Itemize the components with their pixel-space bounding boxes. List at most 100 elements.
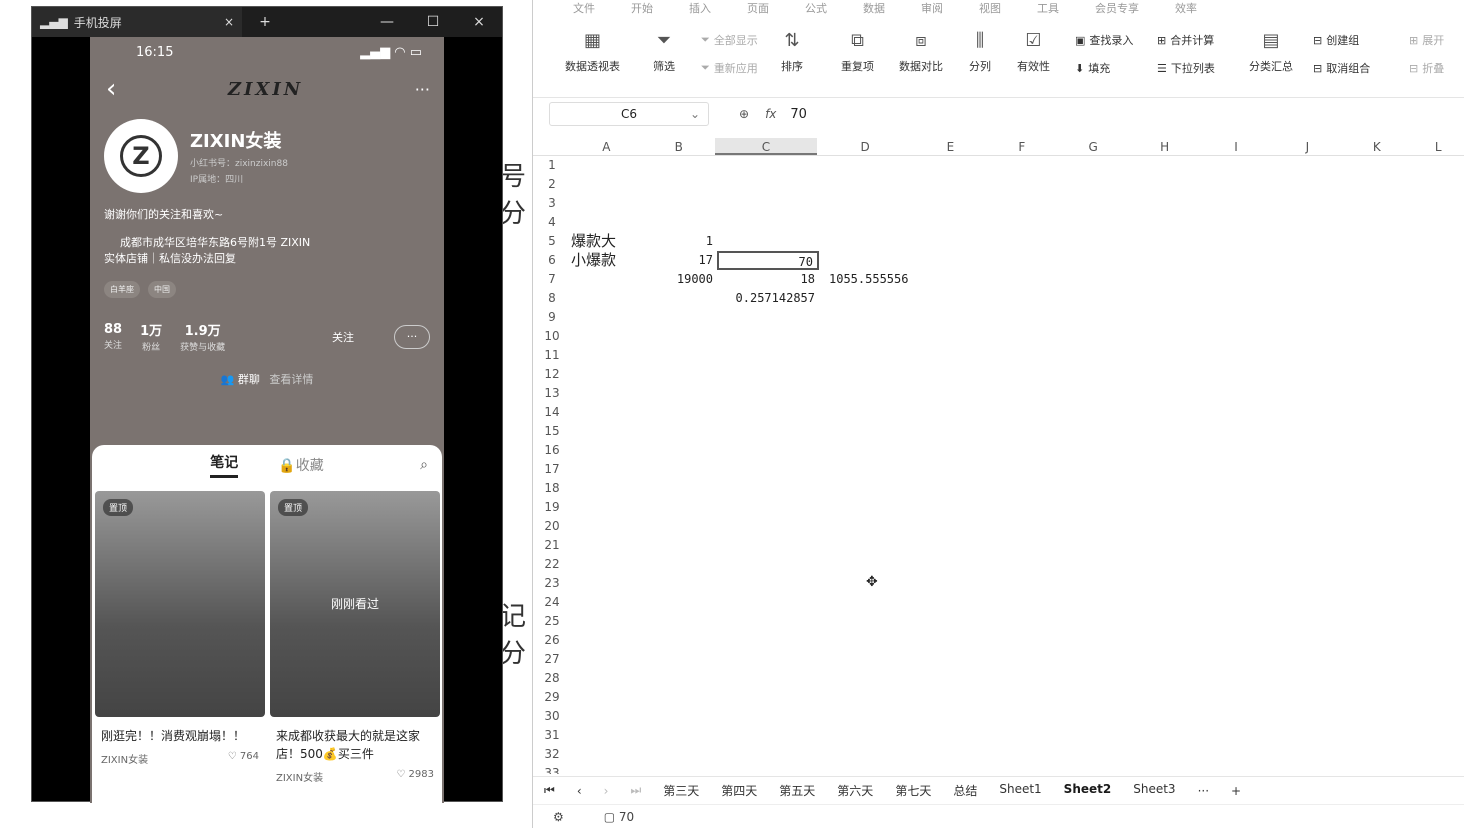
cell-b[interactable] — [643, 593, 717, 612]
cell-c[interactable] — [717, 403, 819, 422]
select-all-corner[interactable] — [533, 138, 571, 155]
close-window-button[interactable]: × — [456, 14, 502, 30]
cell-a[interactable] — [571, 346, 643, 365]
row-header[interactable]: 32 — [533, 745, 571, 764]
cell-b[interactable] — [643, 517, 717, 536]
row-header[interactable]: 33 — [533, 764, 571, 774]
cell-b[interactable] — [643, 422, 717, 441]
cell-a[interactable] — [571, 384, 643, 403]
cell-b[interactable] — [643, 194, 717, 213]
cell-d[interactable] — [819, 593, 917, 612]
cell-b[interactable] — [643, 688, 717, 707]
cell-a[interactable] — [571, 631, 643, 650]
cell-b[interactable] — [643, 441, 717, 460]
column-header[interactable]: K — [1342, 138, 1411, 155]
sort-button[interactable]: ⇅ 排序 — [781, 30, 803, 74]
row-header[interactable]: 21 — [533, 536, 571, 555]
group-chat-link[interactable]: 👥 群聊 查看详情 — [90, 371, 444, 387]
cell-b[interactable] — [643, 631, 717, 650]
cell-b[interactable] — [643, 327, 717, 346]
ungroup-button[interactable]: ⊟ 取消组合 — [1313, 60, 1370, 76]
sheet-tab[interactable]: 总结 — [942, 782, 988, 799]
cell-d[interactable] — [819, 707, 917, 726]
cell-c[interactable] — [717, 365, 819, 384]
reapply-button[interactable]: ⏷ 重新应用 — [701, 60, 758, 76]
sheet-tab[interactable]: Sheet1 — [988, 782, 1052, 799]
row-header[interactable]: 26 — [533, 631, 571, 650]
row-header[interactable]: 9 — [533, 308, 571, 327]
row-header[interactable]: 12 — [533, 365, 571, 384]
more-icon[interactable]: ··· — [415, 80, 430, 99]
cell-a[interactable] — [571, 498, 643, 517]
cell-a[interactable] — [571, 270, 643, 289]
column-header[interactable]: J — [1273, 138, 1342, 155]
cell-a[interactable] — [571, 213, 643, 232]
note-card[interactable]: 置顶 刚刚看过 来成都收获最大的就是这家店！500💰买三件 ZIXIN女装 ♡ 29… — [270, 491, 440, 784]
cell-d[interactable] — [819, 194, 917, 213]
cell-a[interactable] — [571, 517, 643, 536]
cell-b[interactable] — [643, 156, 717, 175]
cell-a[interactable] — [571, 365, 643, 384]
first-sheet-icon[interactable]: ⏮ — [533, 783, 566, 798]
cell-c[interactable] — [717, 707, 819, 726]
cell-b[interactable] — [643, 289, 717, 308]
cell-a[interactable] — [571, 555, 643, 574]
cell-d[interactable] — [819, 422, 917, 441]
cell-d[interactable] — [819, 612, 917, 631]
cell-d[interactable] — [819, 441, 917, 460]
note-card[interactable]: 置顶 刚逛完！！消费观崩塌！！ ZIXIN女装 ♡ 764 — [95, 491, 265, 766]
row-header[interactable]: 22 — [533, 555, 571, 574]
cell-a[interactable] — [571, 612, 643, 631]
follow-button[interactable]: 关注 — [332, 329, 354, 345]
cell-a[interactable] — [571, 574, 643, 593]
cell-b[interactable] — [643, 384, 717, 403]
cell-c[interactable] — [717, 650, 819, 669]
cell-a[interactable] — [571, 745, 643, 764]
column-header[interactable]: L — [1411, 138, 1464, 155]
lookup-entry-button[interactable]: ▣ 查找录入 — [1075, 32, 1133, 48]
cell-c[interactable] — [717, 726, 819, 745]
cell-a[interactable] — [571, 764, 643, 774]
column-header[interactable]: F — [987, 138, 1056, 155]
row-header[interactable]: 24 — [533, 593, 571, 612]
cell-a[interactable] — [571, 422, 643, 441]
row-header[interactable]: 11 — [533, 346, 571, 365]
cell-d[interactable] — [819, 688, 917, 707]
cell-b[interactable]: 17 — [643, 251, 717, 270]
row-header[interactable]: 10 — [533, 327, 571, 346]
menu-tab[interactable]: 数据 — [863, 0, 885, 14]
cell-a[interactable]: 小爆款 — [571, 251, 643, 270]
column-header[interactable]: C — [715, 138, 817, 155]
cell-d[interactable]: 1055.555556 — [819, 270, 917, 289]
active-cell[interactable]: 70 — [717, 251, 819, 270]
menu-tab[interactable]: 审阅 — [921, 0, 943, 14]
column-header[interactable]: D — [817, 138, 914, 155]
cell-a[interactable] — [571, 460, 643, 479]
cell-c[interactable] — [717, 593, 819, 612]
cell-c[interactable] — [717, 175, 819, 194]
menu-tab[interactable]: 效率 — [1175, 0, 1197, 14]
column-header[interactable]: H — [1130, 138, 1199, 155]
cell-d[interactable] — [819, 555, 917, 574]
cell-d[interactable] — [819, 669, 917, 688]
cell-d[interactable] — [819, 460, 917, 479]
cell-c[interactable] — [717, 631, 819, 650]
cell-d[interactable] — [819, 745, 917, 764]
cell-d[interactable] — [819, 479, 917, 498]
menu-tab[interactable]: 文件 — [573, 0, 595, 14]
cell-b[interactable] — [643, 365, 717, 384]
cell-d[interactable] — [819, 251, 917, 270]
cell-b[interactable] — [643, 745, 717, 764]
cell-d[interactable] — [819, 308, 917, 327]
tab-collect[interactable]: 🔒收藏 — [278, 455, 323, 475]
cell-d[interactable] — [819, 175, 917, 194]
avatar[interactable]: Z — [104, 119, 178, 193]
menu-tab[interactable]: 页面 — [747, 0, 769, 14]
cell-b[interactable] — [643, 555, 717, 574]
close-tab-icon[interactable]: × — [224, 15, 234, 29]
collapse-button[interactable]: ⊟ 折叠 — [1409, 60, 1444, 76]
sheet-tab[interactable]: 第四天 — [710, 782, 768, 799]
cell-c[interactable] — [717, 232, 819, 251]
cell-c[interactable] — [717, 213, 819, 232]
stat-fans[interactable]: 1万 粉丝 — [140, 320, 162, 353]
